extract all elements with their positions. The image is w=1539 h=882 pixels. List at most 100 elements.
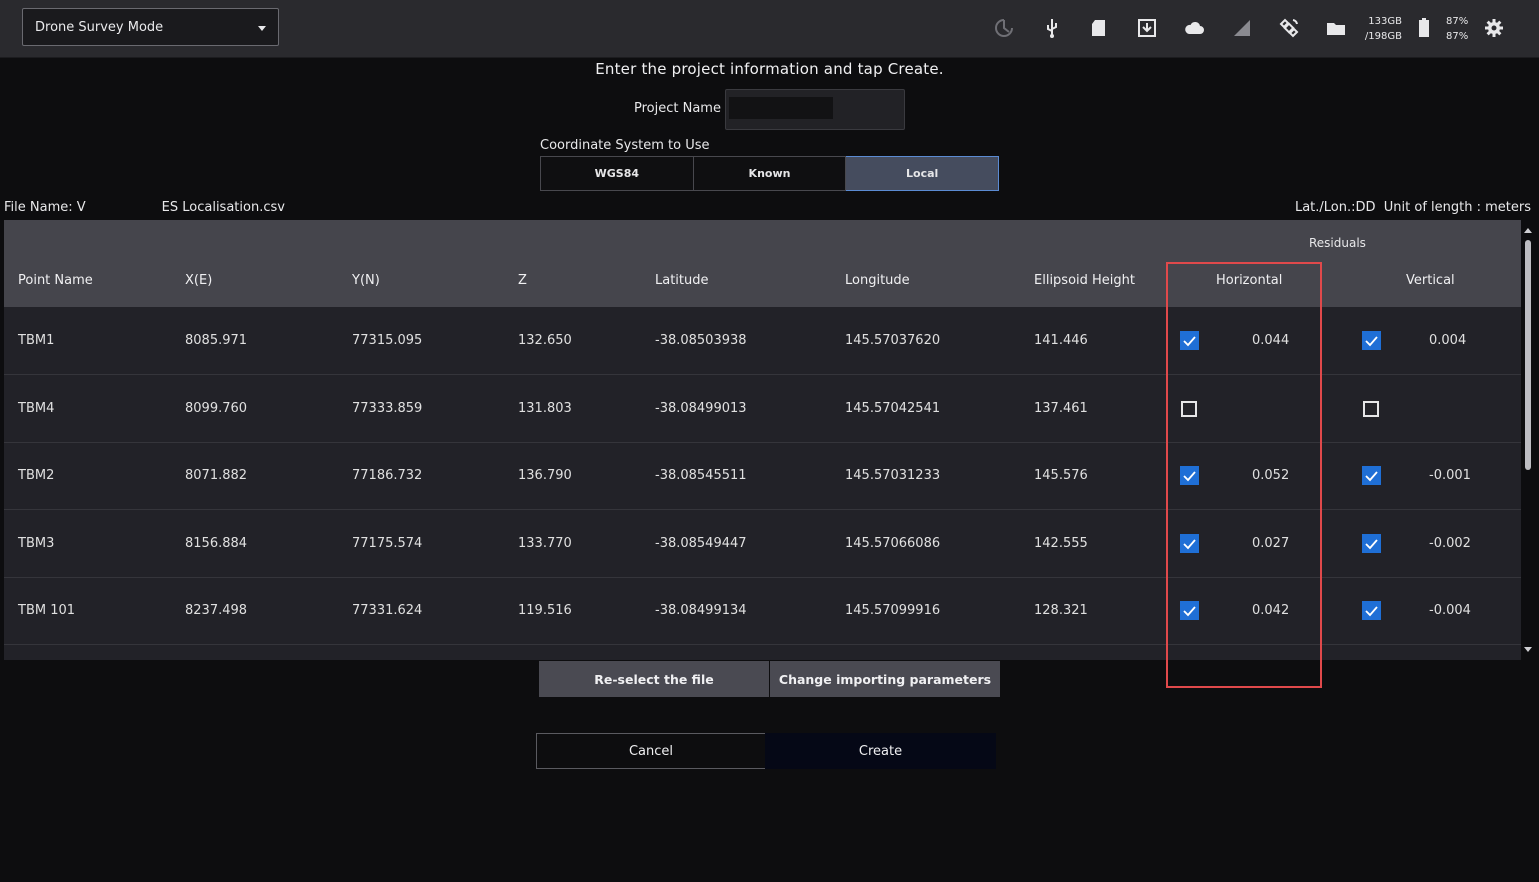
cell-longitude: 145.57031233 — [845, 468, 941, 484]
cell-point-name: TBM1 — [18, 333, 55, 348]
header-latitude: Latitude — [655, 273, 709, 288]
header-z: Z — [518, 273, 527, 288]
table-scrollbar[interactable] — [1521, 220, 1535, 660]
cell-z: 132.650 — [518, 333, 572, 348]
top-bar: Drone Survey Mode 133GB /198GB 87% 87% — [0, 0, 1539, 58]
cell-horizontal-residual: 0.052 — [1252, 468, 1290, 484]
table-row[interactable]: TBM3 8156.884 77175.574 133.770 -38.08549447… — [4, 510, 1521, 578]
signal-icon[interactable] — [1231, 17, 1253, 39]
cell-longitude: 145.57099916 — [845, 603, 941, 619]
storage-indicator: 133GB /198GB — [1360, 14, 1402, 44]
cell-x: 8085.971 — [185, 333, 248, 348]
cell-y: 77333.859 — [352, 400, 423, 416]
vertical-checkbox[interactable] — [1362, 331, 1381, 350]
reselect-file-button[interactable]: Re-select the file — [539, 661, 769, 697]
table-row[interactable]: TBM4 8099.760 77333.859 131.803 -38.08499013… — [4, 375, 1521, 443]
storage-total: /198GB — [1364, 31, 1402, 42]
vertical-checkbox[interactable] — [1362, 601, 1381, 621]
header-vertical: Vertical — [1406, 273, 1455, 288]
cell-point-name: TBM3 — [18, 535, 55, 551]
cloud-icon[interactable] — [1183, 17, 1205, 39]
cell-vertical-residual: -0.001 — [1429, 468, 1471, 484]
mode-dropdown[interactable]: Drone Survey Mode — [22, 8, 279, 46]
cell-x: 8156.884 — [185, 535, 248, 551]
cell-latitude: -38.08503938 — [655, 333, 747, 348]
header-ellipsoid-height: Ellipsoid Height — [1034, 273, 1135, 288]
cell-y: 77186.732 — [352, 468, 423, 484]
project-name-label: Project Name — [634, 101, 721, 116]
cell-vertical-residual: 0.004 — [1429, 333, 1467, 348]
cell-horizontal-residual: 0.042 — [1252, 603, 1290, 619]
vertical-checkbox[interactable] — [1363, 400, 1379, 417]
header-longitude: Longitude — [845, 273, 910, 288]
folder-icon[interactable] — [1325, 17, 1347, 39]
scroll-down-icon[interactable] — [1524, 647, 1532, 652]
cell-z: 119.516 — [518, 603, 572, 619]
cell-x: 8099.760 — [185, 400, 248, 416]
cell-latitude: -38.08499013 — [655, 400, 747, 416]
vertical-checkbox[interactable] — [1362, 533, 1381, 553]
horizontal-checkbox[interactable] — [1180, 331, 1199, 350]
cell-x: 8071.882 — [185, 468, 248, 484]
scroll-up-icon[interactable] — [1524, 228, 1532, 233]
header-point-name: Point Name — [18, 273, 93, 288]
sync-icon[interactable] — [993, 17, 1015, 39]
battery-level-top: 87% — [1446, 16, 1469, 27]
vertical-checkbox[interactable] — [1362, 466, 1381, 486]
project-name-value — [729, 97, 833, 119]
gear-icon[interactable] — [1483, 17, 1505, 39]
coord-option-local[interactable]: Local — [846, 156, 1000, 191]
coord-option-wgs84[interactable]: WGS84 — [540, 156, 694, 191]
cell-latitude: -38.08545511 — [655, 468, 747, 484]
cell-vertical-residual: -0.004 — [1429, 603, 1471, 619]
units-info: Lat./Lon.:DD Unit of length : meters — [1295, 200, 1531, 215]
cell-horizontal-residual: 0.044 — [1252, 333, 1290, 348]
change-importing-parameters-button[interactable]: Change importing parameters — [770, 661, 1000, 697]
points-table: Residuals Point Name X(E) Y(N) Z Latitud… — [4, 220, 1521, 660]
battery-level: 87% 87% — [1446, 14, 1468, 44]
coordinate-system-selector: WGS84 Known Local — [540, 156, 1000, 191]
instruction-text: Enter the project information and tap Cr… — [595, 60, 944, 78]
header-x: X(E) — [185, 273, 213, 288]
horizontal-checkbox[interactable] — [1181, 400, 1197, 417]
usb-icon[interactable] — [1041, 17, 1063, 39]
residuals-header: Residuals — [1309, 236, 1366, 250]
cell-z: 131.803 — [518, 400, 572, 416]
scroll-thumb[interactable] — [1525, 240, 1531, 470]
horizontal-checkbox[interactable] — [1180, 466, 1199, 486]
satellite-icon[interactable] — [1278, 17, 1300, 39]
file-name: File Name: V ES Localisation.csv — [4, 200, 285, 215]
cell-vertical-residual: -0.002 — [1429, 535, 1471, 551]
horizontal-checkbox[interactable] — [1180, 601, 1199, 621]
cell-ellipsoid-height: 141.446 — [1034, 333, 1088, 348]
table-row[interactable]: TBM1 8085.971 77315.095 132.650 -38.08503938… — [4, 307, 1521, 375]
cell-x: 8237.498 — [185, 603, 248, 619]
cell-latitude: -38.08499134 — [655, 603, 747, 619]
cell-longitude: 145.57066086 — [845, 535, 941, 551]
cell-ellipsoid-height: 137.461 — [1034, 400, 1088, 416]
cell-point-name: TBM 101 — [18, 603, 76, 619]
project-name-input[interactable] — [725, 89, 905, 130]
cell-latitude: -38.08549447 — [655, 535, 747, 551]
download-icon[interactable] — [1136, 17, 1158, 39]
cell-y: 77331.624 — [352, 603, 423, 619]
cell-point-name: TBM4 — [18, 400, 55, 416]
file-name-suffix: ES Localisation.csv — [161, 200, 285, 215]
create-button[interactable]: Create — [765, 733, 996, 769]
cancel-button[interactable]: Cancel — [536, 733, 766, 769]
horizontal-checkbox[interactable] — [1180, 533, 1199, 553]
cell-horizontal-residual: 0.027 — [1252, 535, 1290, 551]
cell-z: 133.770 — [518, 535, 572, 551]
cell-ellipsoid-height: 142.555 — [1034, 535, 1088, 551]
latlon-format: Lat./Lon.:DD — [1294, 200, 1376, 215]
header-y: Y(N) — [352, 273, 380, 288]
coord-option-known[interactable]: Known — [693, 156, 847, 191]
mode-dropdown-label: Drone Survey Mode — [35, 20, 164, 35]
coordinate-system-label: Coordinate System to Use — [540, 138, 710, 153]
table-row[interactable]: TBM 101 8237.498 77331.624 119.516 -38.08499… — [4, 577, 1521, 646]
sd-card-icon[interactable] — [1088, 17, 1110, 39]
cell-y: 77315.095 — [352, 333, 423, 348]
cell-y: 77175.574 — [352, 535, 423, 551]
table-row[interactable]: TBM2 8071.882 77186.732 136.790 -38.08545511… — [4, 442, 1521, 511]
cell-longitude: 145.57037620 — [845, 333, 941, 348]
